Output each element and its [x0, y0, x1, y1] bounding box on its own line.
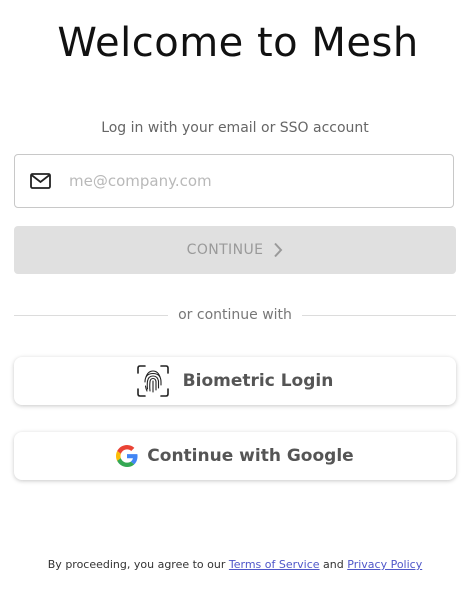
google-login-button[interactable]: Continue with Google: [14, 432, 456, 480]
google-icon: [116, 445, 138, 467]
chevron-right-icon: [273, 242, 283, 258]
continue-button[interactable]: CONTINUE: [14, 226, 456, 274]
divider: or continue with: [14, 305, 456, 325]
terms-notice: By proceeding, you agree to our Terms of…: [0, 558, 470, 571]
terms-of-service-link[interactable]: Terms of Service: [229, 558, 320, 571]
mail-icon: [30, 172, 52, 190]
biometric-login-label: Biometric Login: [182, 371, 334, 391]
email-field[interactable]: [14, 154, 454, 208]
terms-prefix: By proceeding, you agree to our: [47, 558, 226, 571]
login-subtitle: Log in with your email or SSO account: [101, 120, 369, 136]
fingerprint-icon: [136, 365, 169, 397]
divider-line-right: [301, 314, 456, 316]
divider-text: or continue with: [178, 307, 292, 323]
email-input[interactable]: [67, 171, 431, 191]
continue-label: CONTINUE: [186, 242, 264, 258]
biometric-login-button[interactable]: Biometric Login: [14, 357, 456, 405]
google-login-label: Continue with Google: [147, 446, 354, 466]
page-title: Welcome to Mesh: [57, 20, 419, 66]
privacy-policy-link[interactable]: Privacy Policy: [347, 558, 422, 571]
terms-and: and: [323, 558, 344, 571]
divider-line-left: [14, 314, 169, 316]
